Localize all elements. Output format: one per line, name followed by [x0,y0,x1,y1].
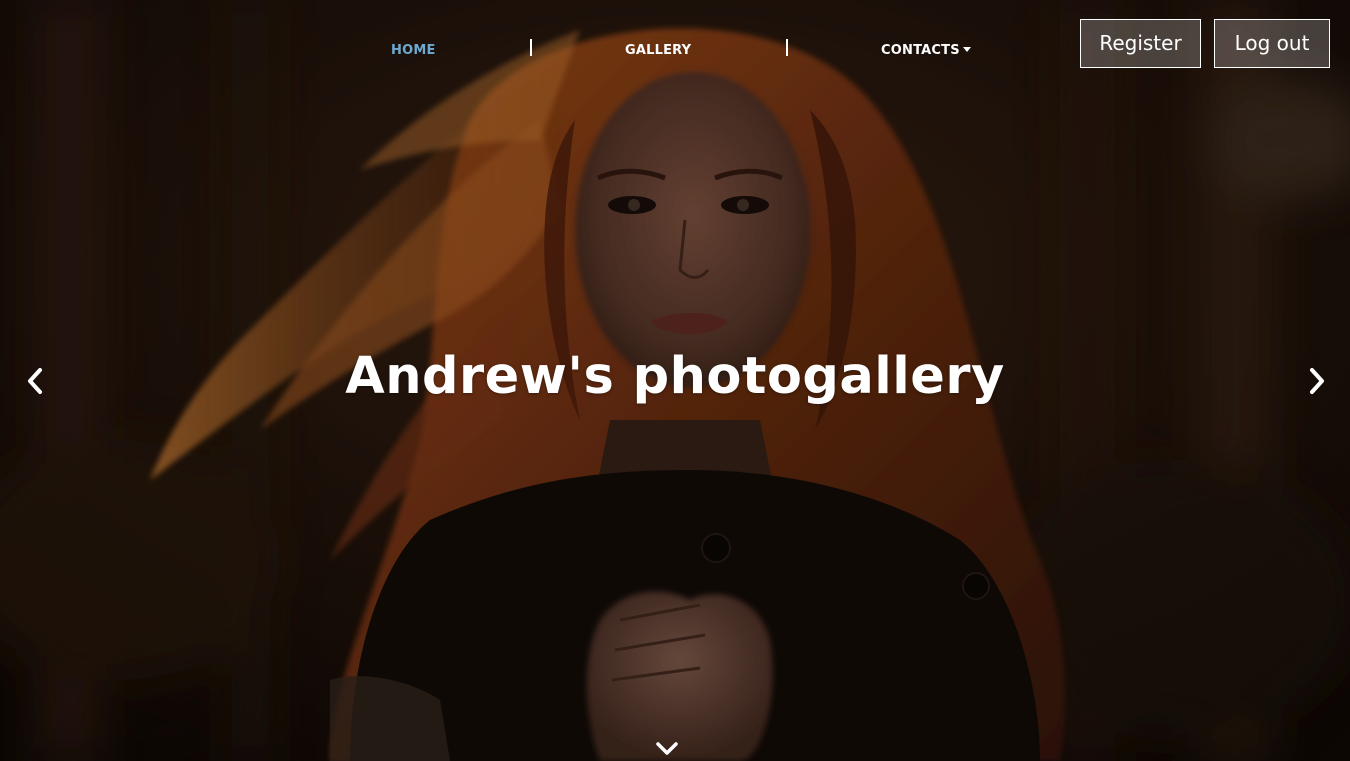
main-navigation: HOME GALLERY CONTACTS Register Log out [0,0,1350,100]
hero-slider: HOME GALLERY CONTACTS Register Log out A… [0,0,1350,761]
caret-down-icon [962,47,971,52]
chevron-down-icon[interactable] [655,740,679,758]
nav-separator [530,39,532,56]
nav-item-home[interactable]: HOME [391,43,436,59]
chevron-right-icon[interactable] [1306,367,1328,395]
hero-title: Andrew's photogallery [345,347,1005,406]
chevron-left-icon[interactable] [24,367,46,395]
nav-item-contacts[interactable]: CONTACTS [881,43,971,59]
nav-item-gallery[interactable]: GALLERY [625,43,691,59]
register-button[interactable]: Register [1080,19,1201,68]
logout-button[interactable]: Log out [1214,19,1330,68]
nav-separator [786,39,788,56]
nav-item-contacts-label: CONTACTS [881,43,960,58]
